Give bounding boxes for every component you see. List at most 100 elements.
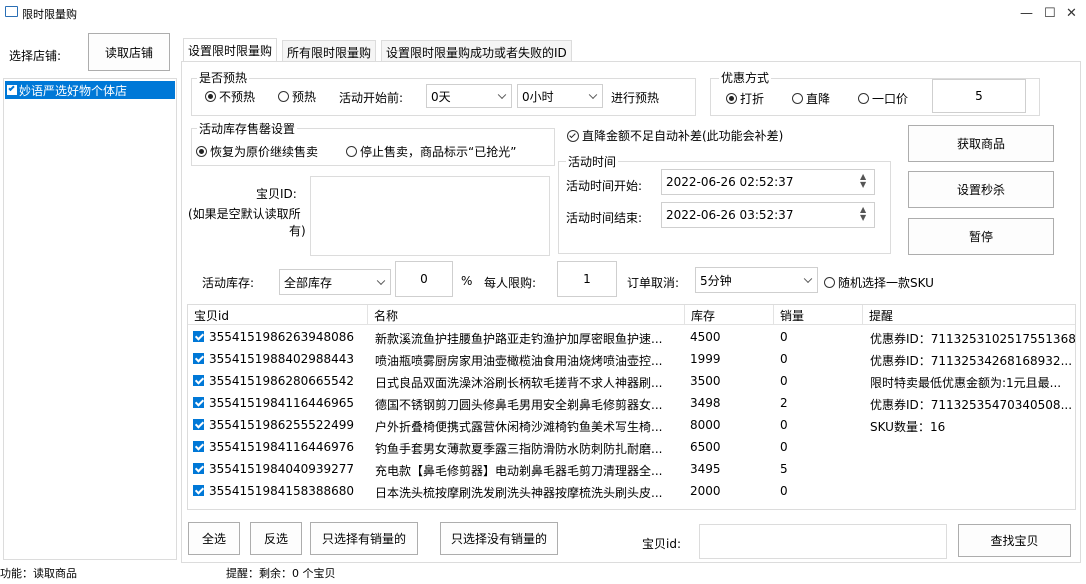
select-all-button[interactable]: 全选	[188, 522, 240, 555]
radio-restore-price[interactable]: 恢复为原价继续售卖	[196, 143, 318, 160]
presale-suffix: 进行预热	[611, 91, 660, 105]
maximize-icon[interactable]: ☐	[1044, 6, 1056, 21]
table-row[interactable]: 3554151984158388680 日本洗头梳按摩刷洗发刷洗头神器按摩梳洗头刷…	[188, 480, 1075, 502]
limit-label: 每人限购:	[484, 276, 537, 290]
row-sales: 0	[780, 484, 788, 498]
radio-direct-cut[interactable]: 直降	[792, 90, 830, 107]
find-product-button[interactable]: 查找宝贝	[958, 524, 1071, 557]
select-sold-button[interactable]: 只选择有销量的	[310, 522, 418, 555]
limit-value-input[interactable]: 1	[557, 261, 617, 297]
row-sales: 2	[780, 396, 788, 410]
pause-button[interactable]: 暂停	[908, 218, 1054, 255]
cancel-time-select[interactable]: 5分钟	[695, 267, 818, 293]
row-stock: 3498	[690, 396, 721, 410]
radio-no-presale[interactable]: 不预热	[205, 88, 255, 105]
col-header-id[interactable]: 宝贝id	[188, 305, 368, 325]
radio-presale[interactable]: 预热	[278, 88, 316, 105]
product-id-textarea[interactable]	[310, 176, 550, 256]
activity-time-title: 活动时间	[566, 153, 619, 170]
table-row[interactable]: 3554151986280665542 日式良品双面洗澡沐浴刷长柄软毛搓背不求人神…	[188, 370, 1075, 392]
before-label: 活动开始前:	[339, 91, 404, 105]
table-row[interactable]: 3554151988402988443 喷油瓶喷雾厨房家用油壶橄榄油食用油烧烤喷油…	[188, 348, 1075, 370]
tab-result-ids[interactable]: 设置限时限量购成功或者失败的ID	[381, 40, 572, 62]
presale-days-select[interactable]: 0天	[426, 84, 512, 108]
store-checkbox[interactable]	[7, 84, 17, 95]
row-checkbox[interactable]	[193, 440, 207, 454]
close-icon[interactable]: ✕	[1066, 6, 1077, 21]
row-note: 优惠券ID：71132534268168932...	[870, 354, 1073, 368]
row-sales: 0	[780, 418, 788, 432]
tab-set-flash[interactable]: 设置限时限量购	[183, 38, 278, 62]
radio-fixed-price[interactable]: 一口价	[858, 90, 908, 107]
table-row[interactable]: 3554151986255522499 户外折叠椅便携式露营休闲椅沙滩椅钓鱼美术写…	[188, 414, 1075, 436]
col-header-note[interactable]: 提醒	[863, 305, 1075, 325]
search-id-input[interactable]	[699, 524, 947, 559]
set-flash-sale-button[interactable]: 设置秒杀	[908, 171, 1054, 208]
stock-label: 活动库存:	[202, 276, 255, 290]
presale-title: 是否预热	[197, 69, 250, 86]
presale-hours-select[interactable]: 0小时	[517, 84, 603, 108]
table-row[interactable]: 3554151984116446976 钓鱼手套男女薄款夏季露三指防滑防水防刺防扎…	[188, 436, 1075, 458]
row-stock: 3495	[690, 462, 721, 476]
radio-stop-selling[interactable]: 停止售卖，商品标示“已抢光”	[346, 143, 516, 160]
row-stock: 6500	[690, 440, 721, 454]
col-header-sales[interactable]: 销量	[774, 305, 863, 325]
col-header-stock[interactable]: 库存	[685, 305, 774, 325]
store-list-item[interactable]: 妙语严选好物个体店	[5, 81, 175, 99]
row-checkbox[interactable]	[193, 462, 207, 476]
product-id-hint: (如果是空默认读取所	[188, 207, 301, 221]
start-time-label: 活动时间开始:	[566, 179, 643, 193]
select-unsold-button[interactable]: 只选择没有销量的	[440, 522, 558, 555]
row-id: 3554151984116446976	[209, 440, 355, 454]
row-checkbox[interactable]	[193, 330, 207, 344]
get-products-button[interactable]: 获取商品	[908, 125, 1054, 162]
table-row[interactable]: 3554151984116446965 德国不锈钢剪刀圆头修鼻毛男用安全剃鼻毛修剪…	[188, 392, 1075, 414]
window-title: 限时限量购	[22, 8, 77, 21]
end-time-spinner-icon[interactable]: ▲ ▼	[860, 206, 870, 222]
tab-all-flash[interactable]: 所有限时限量购	[282, 40, 377, 62]
row-id: 3554151984158388680	[209, 484, 355, 498]
discount-title: 优惠方式	[719, 69, 772, 86]
row-name: 充电款【鼻毛修剪器】电动剃鼻毛器毛剪刀清理器全...	[375, 464, 663, 478]
product-id-hint-end: 有)	[289, 224, 306, 238]
row-id: 3554151986255522499	[209, 418, 355, 432]
cancel-label: 订单取消:	[627, 276, 680, 290]
store-list: 妙语严选好物个体店	[3, 78, 177, 560]
row-name: 日式良品双面洗澡沐浴刷长柄软毛搓背不求人神器刷...	[375, 376, 663, 390]
row-name: 喷油瓶喷雾厨房家用油壶橄榄油食用油烧烤喷油壶控...	[375, 354, 663, 368]
row-stock: 4500	[690, 330, 721, 344]
col-header-name[interactable]: 名称	[368, 305, 685, 325]
row-checkbox[interactable]	[193, 352, 207, 366]
radio-discount[interactable]: 打折	[726, 90, 764, 107]
stock-select[interactable]: 全部库存	[279, 269, 391, 295]
row-id: 3554151984040939277	[209, 462, 355, 476]
table-row[interactable]: 3554151984040939277 充电款【鼻毛修剪器】电动剃鼻毛器毛剪刀清理…	[188, 458, 1075, 480]
row-id: 3554151984116446965	[209, 396, 355, 410]
row-checkbox[interactable]	[193, 484, 207, 498]
row-name: 德国不锈钢剪刀圆头修鼻毛男用安全剃鼻毛修剪器女...	[375, 398, 663, 412]
discount-value-input[interactable]: 5	[932, 79, 1026, 113]
row-checkbox[interactable]	[193, 418, 207, 432]
row-name: 新款溪流鱼护挂腰鱼护路亚走钓渔护加厚密眼鱼护速...	[375, 332, 663, 346]
start-time-spinner-icon[interactable]: ▲ ▼	[860, 173, 870, 189]
row-id: 3554151986263948086	[209, 330, 355, 344]
row-sales: 0	[780, 330, 788, 344]
sellout-title: 活动库存售罄设置	[197, 120, 298, 137]
invert-selection-button[interactable]: 反选	[250, 522, 302, 555]
row-checkbox[interactable]	[193, 396, 207, 410]
auto-compensate-checkbox[interactable]: 直降金额不足自动补差(此功能会补差)	[567, 127, 783, 144]
stock-value-input[interactable]: 0	[395, 261, 453, 297]
row-id: 3554151988402988443	[209, 352, 355, 366]
row-sales: 0	[780, 374, 788, 388]
row-note: 优惠券ID：7113253102517551368	[870, 332, 1075, 346]
title-bar: 限时限量购 — ☐ ✕	[0, 0, 1086, 30]
end-time-picker[interactable]: 2022-06-26 03:52:37 ▲ ▼	[661, 202, 875, 228]
read-store-button[interactable]: 读取店铺	[88, 33, 170, 71]
row-checkbox[interactable]	[193, 374, 207, 388]
random-sku-radio[interactable]: 随机选择一款SKU	[824, 274, 934, 291]
row-stock: 2000	[690, 484, 721, 498]
minimize-icon[interactable]: —	[1020, 6, 1033, 21]
table-row[interactable]: 3554151986263948086 新款溪流鱼护挂腰鱼护路亚走钓渔护加厚密眼鱼…	[188, 326, 1075, 348]
start-time-picker[interactable]: 2022-06-26 02:52:37 ▲ ▼	[661, 169, 875, 195]
percent-label: %	[461, 274, 473, 288]
